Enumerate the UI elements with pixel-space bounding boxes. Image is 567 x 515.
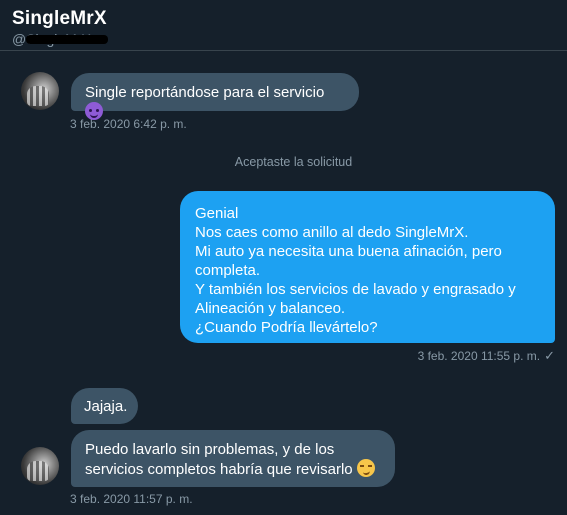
message-bubble-received[interactable]: Single reportándose para el servicio: [71, 73, 359, 120]
message-line: completa.: [195, 262, 261, 279]
message-bubble-received[interactable]: Jajaja.: [71, 388, 138, 424]
check-icon: ✓: [544, 348, 555, 363]
message-bubble-received[interactable]: Puedo lavarlo sin problemas, y de los se…: [71, 430, 395, 487]
contact-display-name[interactable]: SingleMrX: [12, 8, 107, 30]
message-line: Y también los servicios de lavado y engr…: [195, 281, 516, 298]
message-text: Single reportándose para el servicio: [85, 84, 325, 101]
message-line: servicios completos habría que revisarlo: [85, 461, 353, 478]
message-line: Puedo lavarlo sin problemas, y de los: [85, 441, 335, 458]
message-bubble-sent[interactable]: Genial Nos caes como anillo al dedo Sing…: [180, 191, 555, 343]
message-timestamp: 3 feb. 2020 11:57 p. m.: [70, 492, 193, 506]
smirking-face-emoji-icon: [356, 459, 375, 477]
message-line: ¿Cuando Podría llevártelo?: [195, 319, 378, 336]
redaction-bar: [26, 35, 108, 44]
message-text: Jajaja.: [84, 398, 128, 415]
message-line: Genial: [195, 205, 239, 222]
timestamp-text: 3 feb. 2020 11:55 p. m.: [417, 349, 541, 363]
system-message: Aceptaste la solicitud: [234, 155, 353, 169]
conversation-header: SingleMrX @SingleMrX: [0, 0, 567, 51]
message-timestamp: 3 feb. 2020 6:42 p. m.: [70, 117, 187, 131]
message-line: Nos caes como anillo al dedo SingleMrX.: [195, 224, 469, 241]
message-line: Mi auto ya necesita una buena afinación,…: [195, 243, 502, 260]
contact-avatar[interactable]: [21, 447, 59, 485]
message-line: Alineación y balanceo.: [195, 300, 346, 317]
contact-avatar[interactable]: [21, 72, 59, 110]
message-timestamp: 3 feb. 2020 11:55 p. m. ✓: [418, 348, 555, 364]
